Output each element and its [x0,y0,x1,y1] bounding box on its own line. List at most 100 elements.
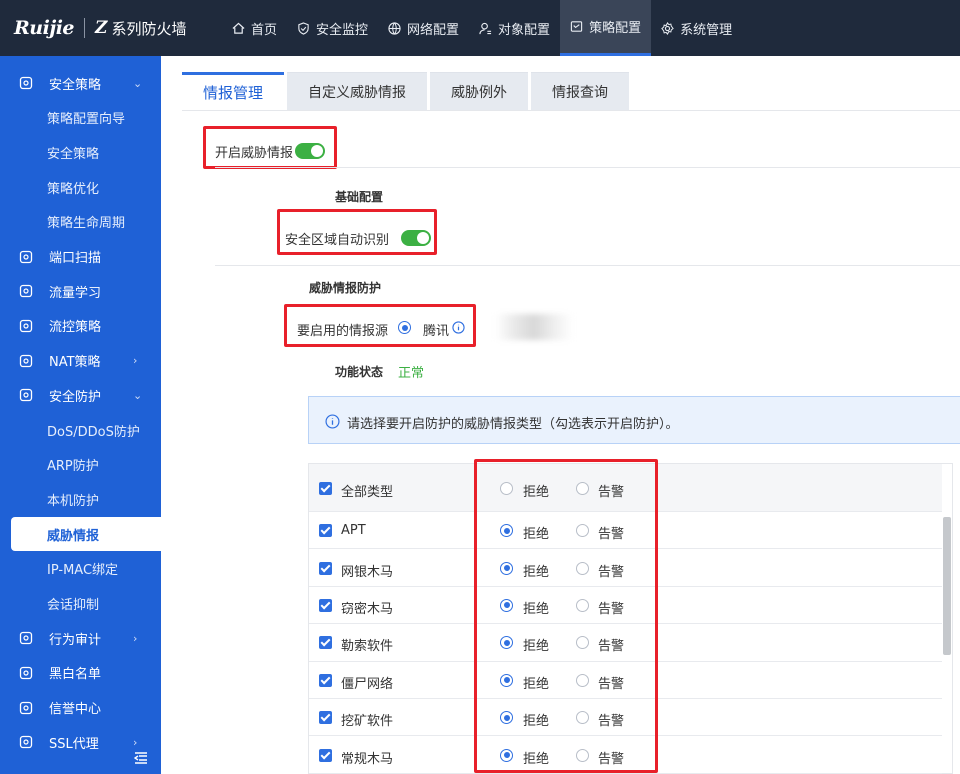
policy-icon [570,21,583,32]
sidebar-item-label: 安全防护 [49,389,102,405]
type-checkbox[interactable] [319,748,332,762]
table-scrollbar[interactable] [943,517,951,655]
type-checkbox[interactable] [319,636,332,650]
expand-arrow-icon: ⌄ [133,76,143,90]
sidebar-item-label: 本机防护 [47,493,100,509]
function-status-value: 正常 [398,366,425,381]
basic-config-heading: 基础配置 [335,190,384,204]
sidebar-item-label: 威胁情报 [47,528,100,544]
notice-text: 请选择要开启防护的威胁情报类型（勾选表示开启防护）。 [347,417,679,432]
ssl-icon [19,736,33,749]
series-text: 系列防火墙 [111,19,187,38]
zone-auto-detect-label: 安全区域自动识别 [285,233,390,248]
sidebar-item-10[interactable]: DoS/DDoS防护 [0,413,161,447]
sidebar-item-label: ARP防护 [47,459,99,475]
sidebar-item-11[interactable]: ARP防护 [0,448,161,482]
info-icon[interactable] [452,321,465,334]
tab-bar: 情报管理 自定义威胁情报 威胁例外 情报查询 [182,72,632,110]
nav-item-2[interactable]: 网络配置 [378,0,469,56]
flow-control-icon [19,319,33,333]
blacklist-icon [19,666,33,680]
nav-label: 对象配置 [498,22,551,38]
sidebar-item-13[interactable]: 威胁情报 [11,517,161,552]
enable-threat-intel-toggle[interactable] [295,143,325,159]
sidebar-item-16[interactable]: 行为审计 › [0,621,161,655]
type-name: 窃密木马 [341,601,394,617]
type-checkbox[interactable] [319,524,332,538]
notice-info-icon [325,414,340,429]
function-status-label: 功能状态 [335,365,384,379]
sidebar-item-4[interactable]: 策略生命周期 [0,205,161,239]
notice-banner: 请选择要开启防护的威胁情报类型（勾选表示开启防护）。 [308,396,960,444]
sidebar-item-label: 策略生命周期 [47,216,126,232]
sidebar-item-0[interactable]: 安全策略 ⌄ [0,66,161,100]
nav-item-3[interactable]: 对象配置 [469,0,560,56]
sidebar-item-12[interactable]: 本机防护 [0,482,161,516]
enable-threat-intel-label: 开启威胁情报 [215,146,294,161]
brand-logo[interactable]: Ruijie Z 系列防火墙 [14,0,186,56]
sidebar-item-8[interactable]: NAT策略 › [0,344,161,378]
tab-3[interactable]: 情报查询 [531,72,630,110]
nav-item-1[interactable]: 安全监控 [287,0,378,56]
type-name: 网银木马 [341,564,394,580]
sidebar-item-label: 安全策略 [49,77,102,93]
sidebar-item-label: 流控策略 [49,320,102,336]
nav-item-5[interactable]: 系统管理 [651,0,742,56]
type-name: 勒索软件 [341,639,394,655]
expand-arrow-icon: › [133,631,138,645]
sidebar-item-label: DoS/DDoS防护 [47,424,140,440]
sidebar-item-2[interactable]: 安全策略 [0,135,161,169]
scan-icon [19,250,33,263]
sidebar-item-6[interactable]: 流量学习 [0,274,161,308]
tab-divider [182,110,960,111]
sidebar-item-17[interactable]: 黑白名单 [0,656,161,690]
nav-item-4[interactable]: 策略配置 [560,0,652,56]
main-nav: 首页 安全监控 网络配置 对象配置 策略配置 系统管理 [222,0,742,56]
reputation-icon [19,701,33,714]
zone-auto-detect-toggle[interactable] [401,230,431,246]
type-checkbox[interactable] [319,598,332,612]
nat-icon [19,354,33,367]
sidebar-item-7[interactable]: 流控策略 [0,309,161,343]
audit-icon [19,632,33,645]
type-checkbox[interactable] [319,711,332,725]
series-prefix: Z [95,18,108,38]
tab-0[interactable]: 情报管理 [182,72,285,110]
sidebar-item-label: 会话抑制 [47,598,100,613]
sidebar-item-19[interactable]: SSL代理 › [0,725,161,759]
sidebar-item-label: 端口扫描 [49,251,102,266]
highlight-actions [474,459,658,773]
sidebar-item-label: 策略配置向导 [47,112,126,128]
sidebar-item-9[interactable]: 安全防护 ⌄ [0,378,161,412]
sidebar-item-3[interactable]: 策略优化 [0,170,161,204]
type-checkbox[interactable] [319,481,332,495]
protection-heading: 威胁情报防护 [309,281,382,295]
sidebar-item-18[interactable]: 信誉中心 [0,691,161,725]
expand-arrow-icon: › [133,735,138,749]
type-checkbox[interactable] [319,561,332,575]
type-name: APT [341,523,366,539]
nav-item-0[interactable]: 首页 [222,0,287,56]
sidebar-item-14[interactable]: IP-MAC绑定 [0,552,161,586]
sidebar-item-1[interactable]: 策略配置向导 [0,101,161,135]
source-tencent-label: 腾讯 [423,324,450,339]
tab-2[interactable]: 威胁例外 [430,72,529,110]
product-series: Z 系列防火墙 [95,18,186,39]
globe-icon [388,21,401,35]
protection-icon [19,389,33,402]
section-divider-1 [215,167,960,168]
sidebar-item-label: 黑白名单 [49,667,102,683]
source-tencent-radio[interactable] [398,321,411,334]
nav-label: 策略配置 [589,21,642,36]
sidebar-item-15[interactable]: 会话抑制 [0,587,161,621]
type-checkbox[interactable] [319,673,332,687]
type-name: 全部类型 [341,484,394,500]
logo-divider [84,18,86,38]
gear-icon [661,21,674,35]
sidebar-item-label: 安全策略 [47,146,100,162]
tab-1[interactable]: 自定义威胁情报 [287,72,428,110]
section-divider-2 [215,265,960,266]
sidebar-item-5[interactable]: 端口扫描 [0,240,161,274]
nav-label: 安全监控 [316,22,369,38]
sidebar-item-label: IP-MAC绑定 [47,563,119,579]
